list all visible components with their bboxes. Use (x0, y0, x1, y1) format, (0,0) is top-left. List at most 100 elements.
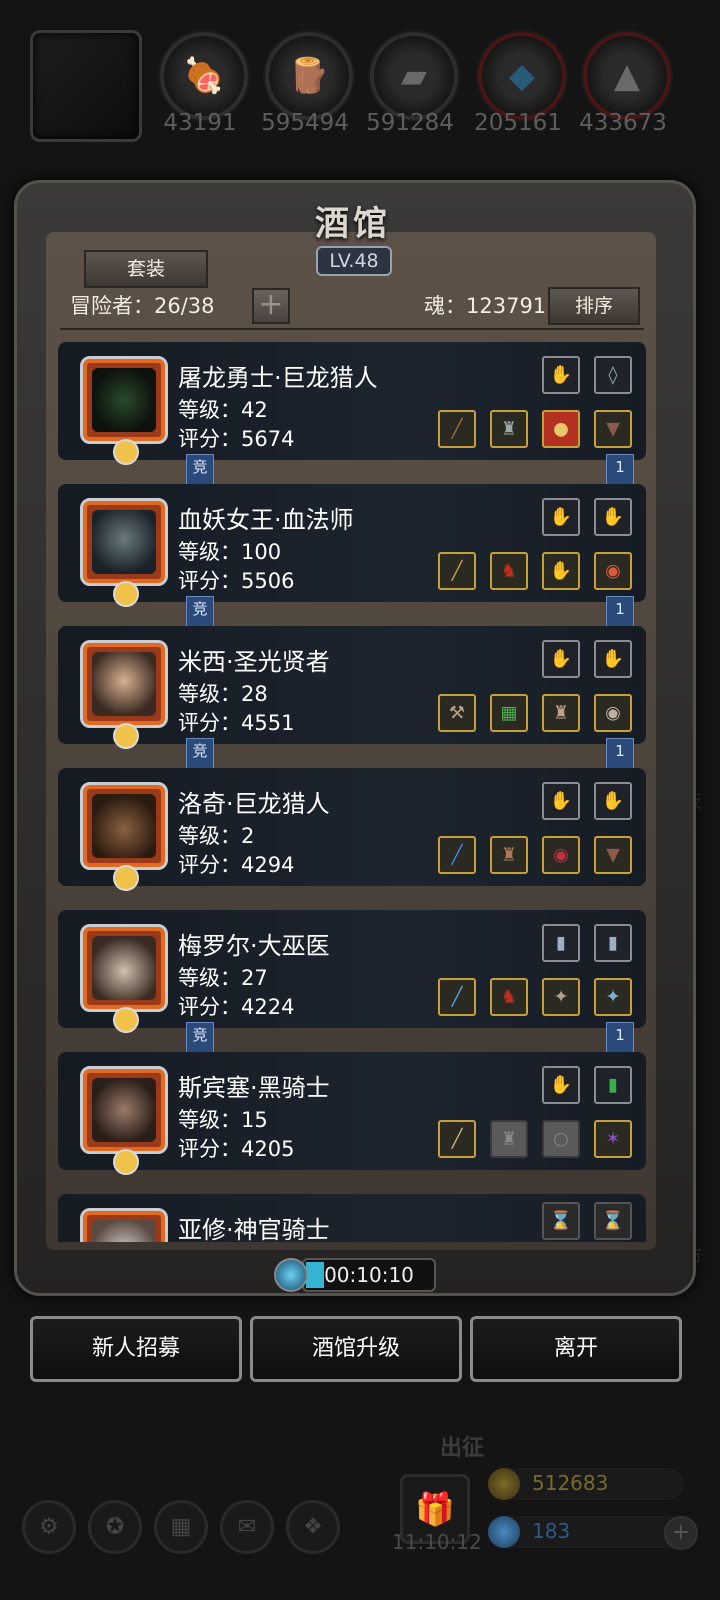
expedition-label[interactable]: 出征 (440, 1430, 484, 1462)
gear-slot-robe-icon[interactable]: ♞ (490, 978, 528, 1016)
gear-slot-sword-icon[interactable]: ╱ (438, 836, 476, 874)
hero-score: 评分：4551 (178, 711, 295, 735)
gear-slot-glove-icon[interactable]: ✋ (542, 640, 580, 678)
hero-card[interactable]: 洛奇·巨龙猎人 等级：2 评分：4294 ✋ ✋ ╱ ♜ ◉ ▼ (58, 768, 646, 891)
locked-slot-icon[interactable]: ⌛ (542, 1202, 580, 1240)
hero-portrait[interactable] (80, 498, 168, 607)
hero-name: 梅罗尔·大巫医 (178, 932, 330, 960)
hero-portrait[interactable] (80, 356, 168, 465)
page-title: 酒馆 (315, 204, 391, 244)
settings-gear-icon[interactable]: ⚙ (22, 1500, 76, 1554)
gear-slot-glove-icon[interactable]: ✋ (542, 356, 580, 394)
mail-icon[interactable]: ✉ (220, 1500, 274, 1554)
hero-name: 米西·圣光贤者 (178, 648, 330, 676)
hero-portrait[interactable] (80, 640, 168, 749)
hero-score: 评分：4294 (178, 853, 295, 877)
hero-card[interactable]: 斯宾塞·黑骑士 等级：15 评分：4205 ✋ ▮ ╱ ♜ ○ ✶ (58, 1052, 646, 1175)
gear-slot-ring-icon[interactable]: ● (542, 410, 580, 448)
stone-resource-icon: ▲ (583, 32, 671, 120)
gear-slot-book-icon[interactable]: ▮ (594, 924, 632, 962)
gear-slot-glove-icon[interactable]: ✋ (542, 498, 580, 536)
crystal-resource-icon: ◆ (478, 32, 566, 120)
locked-slot-icon[interactable]: ⌛ (594, 1202, 632, 1240)
hero-name: 亚修·神官骑士 (178, 1216, 330, 1242)
gear-slot-glove-icon[interactable]: ✋ (542, 552, 580, 590)
plus-icon: + (258, 287, 284, 322)
gear-slot-claw-icon[interactable]: ✦ (542, 978, 580, 1016)
gear-slot-glove-icon[interactable]: ✋ (594, 640, 632, 678)
sort-button[interactable]: 排序 (548, 287, 640, 325)
gear-slot-scroll-icon[interactable]: ▮ (594, 1066, 632, 1104)
gear-slot-ring-icon[interactable]: ◉ (542, 836, 580, 874)
arena-badge: 竞 (186, 454, 214, 486)
leave-button[interactable]: 离开 (470, 1316, 682, 1382)
gear-slot-ring-icon[interactable]: ◉ (594, 694, 632, 732)
hero-score: 评分：5506 (178, 569, 295, 593)
crystal-value: 205161 (474, 110, 562, 136)
player-avatar[interactable] (30, 30, 142, 142)
gem-counter: 183 (488, 1516, 684, 1548)
moon-icon (113, 1007, 139, 1033)
gear-slot-glove-icon[interactable]: ✋ (594, 498, 632, 536)
gear-slot-staff-icon[interactable]: ╱ (438, 552, 476, 590)
hero-card[interactable]: 米西·圣光贤者 等级：28 评分：4551 ✋ ✋ ⚒ ▦ ♜ ◉ (58, 626, 646, 749)
gear-slot-armor-icon[interactable]: ♜ (490, 836, 528, 874)
gear-slot-wand-icon[interactable]: ✶ (594, 1120, 632, 1158)
clock-icon (274, 1258, 308, 1292)
hero-portrait[interactable] (80, 782, 168, 891)
quest-icon[interactable]: ❖ (286, 1500, 340, 1554)
hero-portrait[interactable] (80, 1066, 168, 1175)
adventurer-count: 冒险者：26/38 (70, 294, 215, 318)
star-icon[interactable]: ✪ (88, 1500, 142, 1554)
add-slot-button[interactable]: + (252, 288, 290, 324)
moon-icon (113, 1149, 139, 1175)
soul-count: 魂：123791 (424, 294, 547, 318)
grid-icon[interactable]: ▦ (154, 1500, 208, 1554)
gear-slot-armor-icon[interactable]: ♜ (490, 410, 528, 448)
hero-name: 屠龙勇士·巨龙猎人 (178, 364, 378, 392)
gear-slot-robe-icon[interactable]: ♞ (490, 552, 528, 590)
gear-slot-claw-icon[interactable]: ✦ (594, 978, 632, 1016)
gear-slot-empty-armor-icon[interactable]: ♜ (490, 1120, 528, 1158)
hero-card[interactable]: 屠龙勇士·巨龙猎人 等级：42 评分：5674 ✋ ◊ ╱ ♜ ● ▼ (58, 342, 646, 465)
moon-icon (113, 439, 139, 465)
add-gems-button[interactable]: + (664, 1516, 698, 1550)
gear-slot-hammer-icon[interactable]: ⚒ (438, 694, 476, 732)
gear-slot-weapon-icon[interactable]: ╱ (438, 410, 476, 448)
hero-name: 洛奇·巨龙猎人 (178, 790, 330, 818)
gear-slot-glove-icon[interactable]: ✋ (594, 782, 632, 820)
gear-slot-ring-icon[interactable]: ◉ (594, 552, 632, 590)
hero-portrait[interactable] (80, 1208, 168, 1242)
hero-card[interactable]: 亚修·神官骑士 ⌛ ⌛ (58, 1194, 646, 1242)
gear-slot-armor-icon[interactable]: ▦ (490, 694, 528, 732)
hero-level: 等级：15 (178, 1108, 268, 1132)
divider (60, 328, 644, 330)
gear-slot-empty-ring-icon[interactable]: ○ (542, 1120, 580, 1158)
gear-slot-amulet-icon[interactable]: ◊ (594, 356, 632, 394)
gear-slot-sword-icon[interactable]: ╱ (438, 1120, 476, 1158)
gear-slot-book-icon[interactable]: ▮ (542, 924, 580, 962)
gold-coin-icon (488, 1468, 520, 1500)
timer-progress-fill (306, 1262, 324, 1288)
hero-card[interactable]: 梅罗尔·大巫医 等级：27 评分：4224 ▮ ▮ ╱ ♞ ✦ ✦ (58, 910, 646, 1033)
wood-resource-icon: 🪵 (265, 32, 353, 120)
gear-slot-boot-icon[interactable]: ▼ (594, 836, 632, 874)
gear-slot-boot-icon[interactable]: ▼ (594, 410, 632, 448)
upgrade-tavern-button[interactable]: 酒馆升级 (250, 1316, 462, 1382)
hero-list[interactable]: 屠龙勇士·巨龙猎人 等级：42 评分：5674 ✋ ◊ ╱ ♜ ● ▼ 竞 1 … (56, 336, 650, 1242)
recruit-button[interactable]: 新人招募 (30, 1316, 242, 1382)
iron-resource-icon: ▰ (370, 32, 458, 120)
iron-value: 591284 (366, 110, 454, 136)
hero-name: 斯宾塞·黑骑士 (178, 1074, 330, 1102)
tavern-level-badge: LV.48 (316, 246, 392, 276)
gem-value: 183 (532, 1519, 571, 1543)
gold-value: 512683 (532, 1471, 609, 1495)
suit-button[interactable]: 套装 (84, 250, 208, 288)
hero-card[interactable]: 血妖女王·血法师 等级：100 评分：5506 ✋ ✋ ╱ ♞ ✋ ◉ (58, 484, 646, 607)
gear-slot-glove-icon[interactable]: ✋ (542, 782, 580, 820)
gear-slot-chest-icon[interactable]: ♜ (542, 694, 580, 732)
gear-slot-staff-icon[interactable]: ╱ (438, 978, 476, 1016)
hero-score: 评分：4205 (178, 1137, 295, 1161)
gear-slot-glove-icon[interactable]: ✋ (542, 1066, 580, 1104)
hero-portrait[interactable] (80, 924, 168, 1033)
